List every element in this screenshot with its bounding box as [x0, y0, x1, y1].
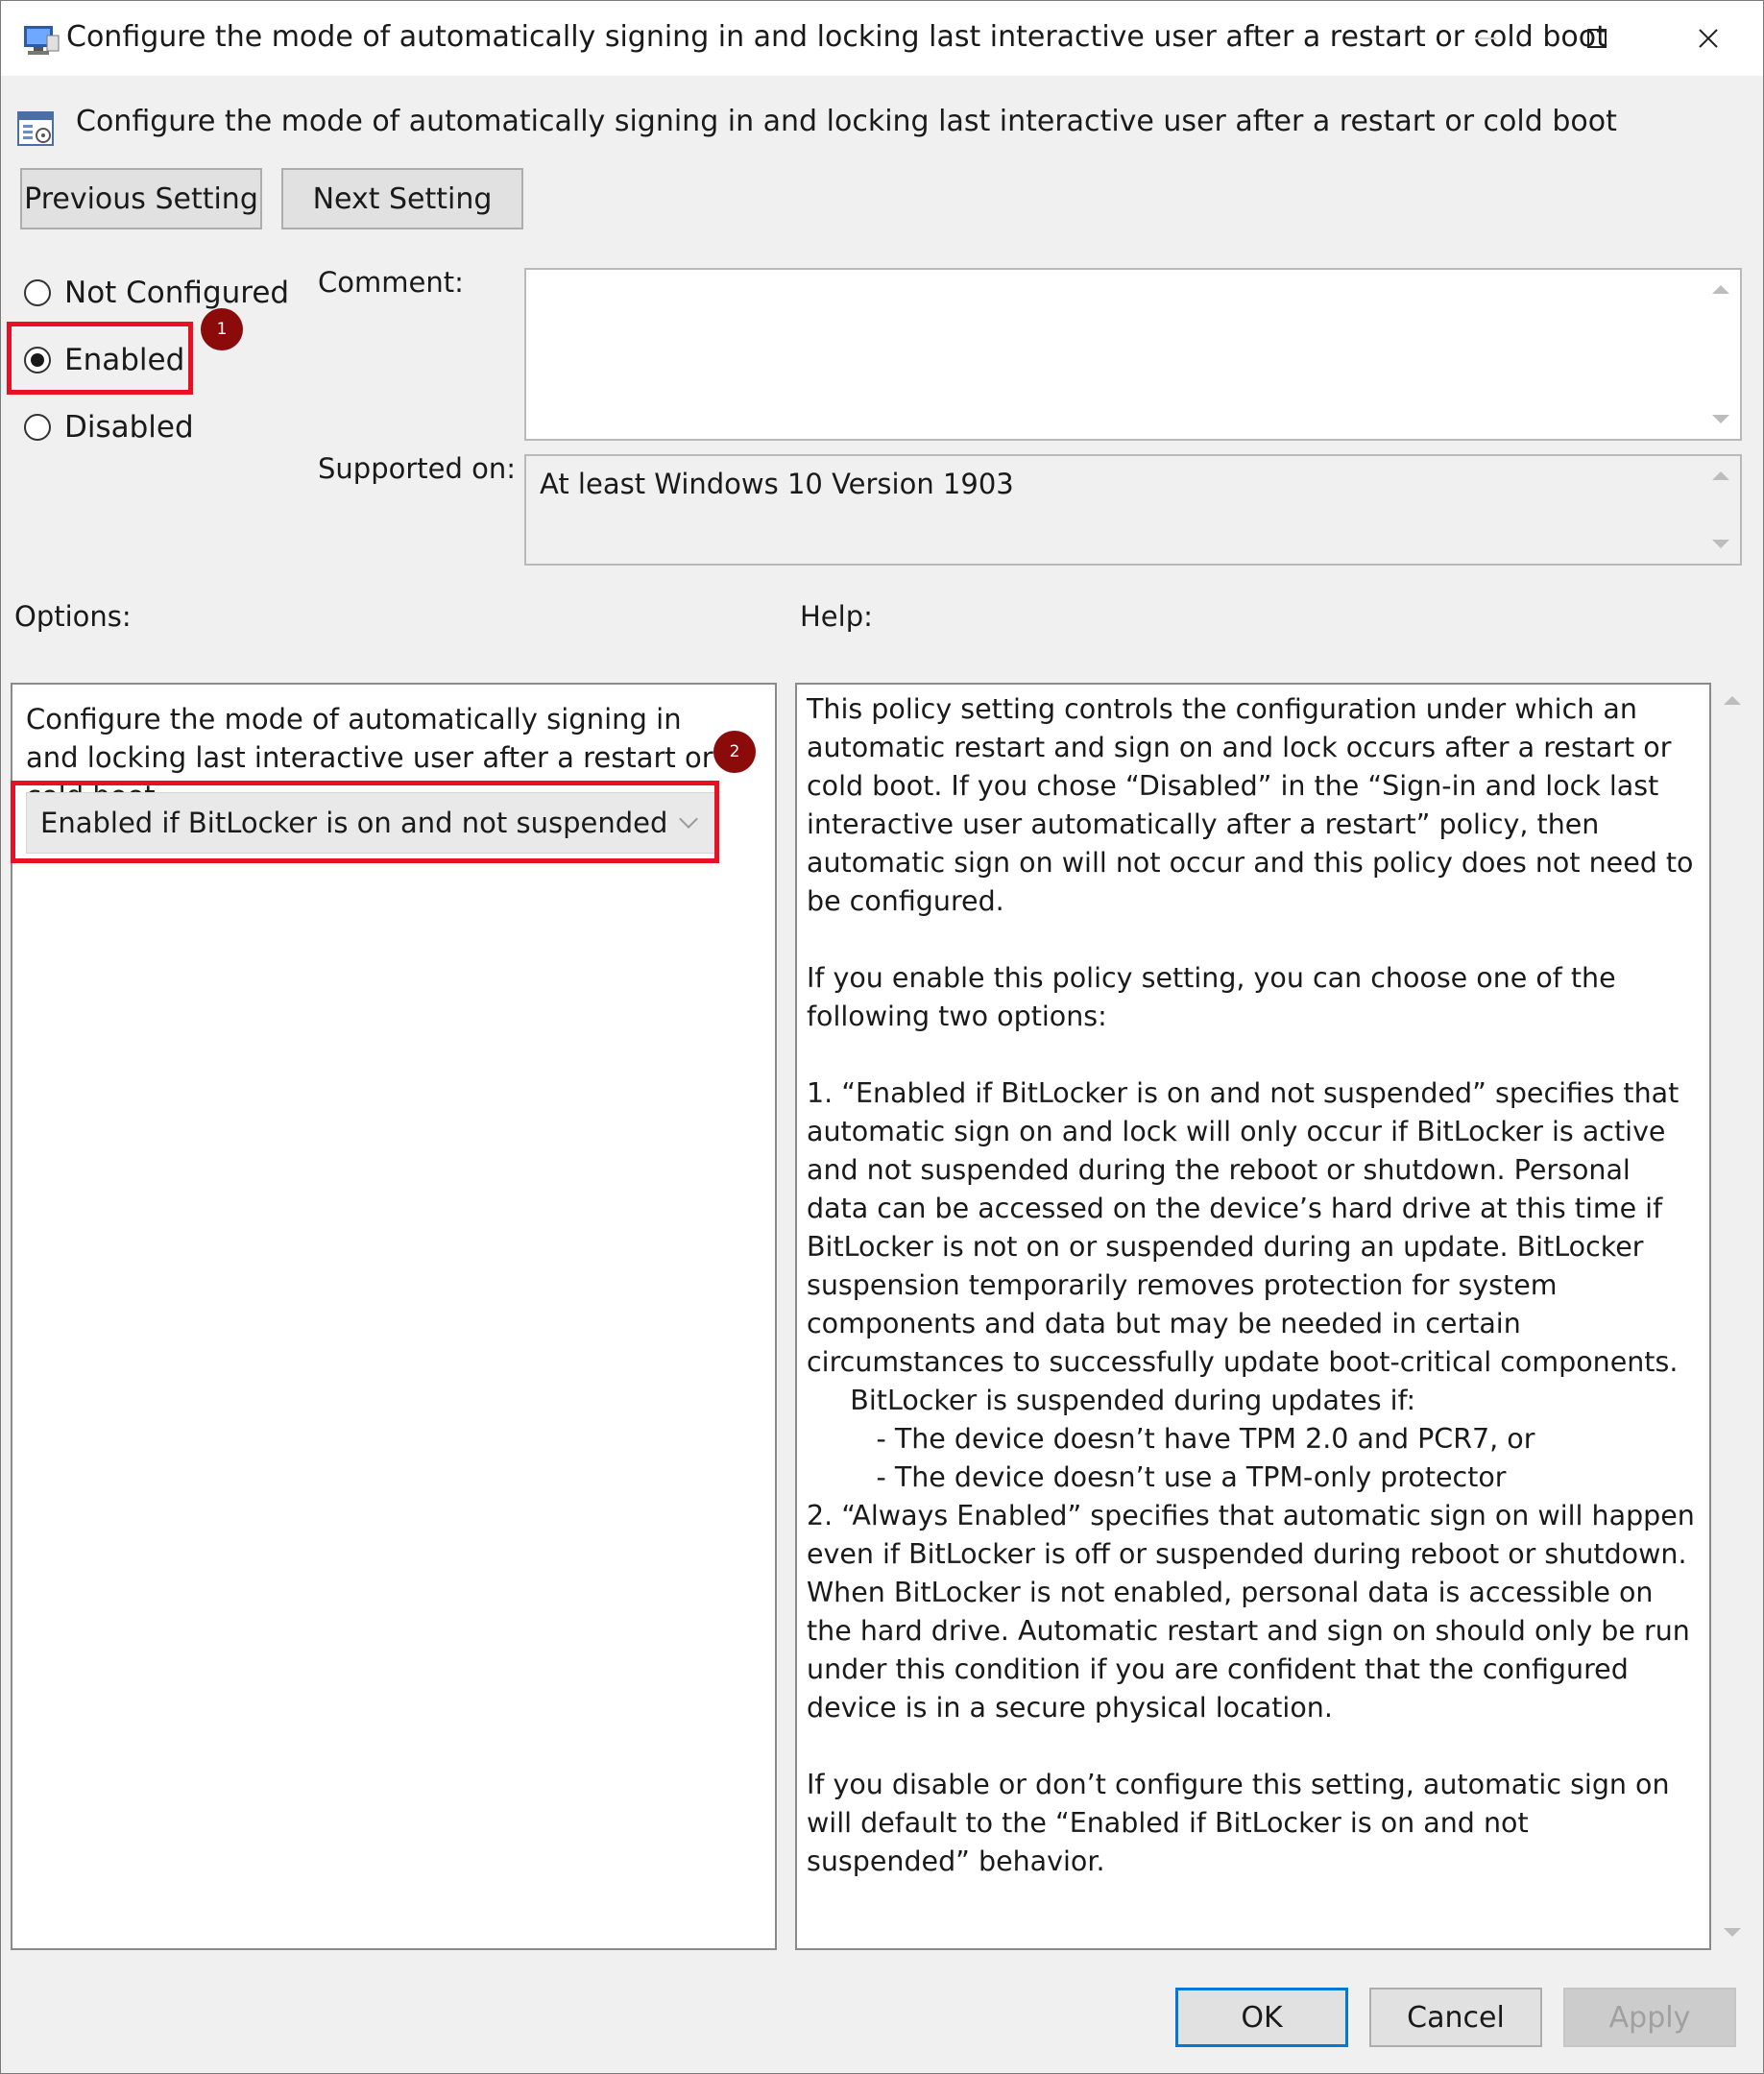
radio-button[interactable]: [24, 414, 51, 441]
radio-not-configured[interactable]: Not Configured: [24, 276, 289, 310]
options-label: Options:: [14, 600, 132, 633]
ok-button[interactable]: OK: [1175, 1988, 1348, 2047]
supported-scrollbar[interactable]: [1702, 456, 1740, 564]
scroll-up-icon[interactable]: [1712, 285, 1729, 294]
title-bar: Configure the mode of automatically sign…: [1, 1, 1763, 76]
close-button[interactable]: [1653, 1, 1764, 76]
annotation-badge-2: 2: [713, 731, 756, 773]
policy-settings-icon: [17, 111, 54, 146]
maximize-button[interactable]: [1541, 1, 1653, 76]
annotation-badge-1: 1: [201, 308, 243, 350]
close-icon: [1699, 29, 1718, 48]
help-scrollbar[interactable]: [1713, 683, 1752, 1950]
highlight-box-enabled: [7, 322, 193, 395]
scroll-down-icon[interactable]: [1712, 415, 1729, 423]
supported-on-label: Supported on:: [318, 452, 517, 485]
apply-button[interactable]: Apply: [1563, 1988, 1736, 2047]
comment-scrollbar[interactable]: [1702, 270, 1740, 439]
computer-policy-icon: [24, 26, 60, 55]
window-title: Configure the mode of automatically sign…: [66, 20, 1607, 54]
previous-setting-button[interactable]: Previous Setting: [20, 168, 262, 229]
cancel-button[interactable]: Cancel: [1369, 1988, 1542, 2047]
policy-dialog: Configure the mode of automatically sign…: [0, 0, 1764, 2074]
comment-label: Comment:: [318, 266, 464, 299]
help-text: This policy setting controls the configu…: [807, 693, 1695, 1877]
maximize-icon: [1587, 29, 1607, 48]
radio-label: Disabled: [64, 410, 194, 445]
scroll-down-icon[interactable]: [1712, 540, 1729, 548]
supported-on-value: At least Windows 10 Version 1903: [540, 468, 1014, 500]
minimize-button[interactable]: [1430, 1, 1541, 76]
help-label: Help:: [800, 600, 873, 633]
options-panel: Configure the mode of automatically sign…: [11, 683, 777, 1950]
supported-on-field: At least Windows 10 Version 1903: [524, 454, 1742, 566]
comment-textarea[interactable]: [524, 268, 1742, 441]
scroll-up-icon[interactable]: [1712, 471, 1729, 480]
radio-disabled[interactable]: Disabled: [24, 410, 194, 445]
scroll-down-icon[interactable]: [1724, 1928, 1741, 1937]
policy-title: Configure the mode of automatically sign…: [76, 105, 1617, 138]
help-panel: This policy setting controls the configu…: [795, 683, 1711, 1950]
minimize-icon: [1475, 37, 1496, 39]
highlight-box-dropdown: [11, 781, 719, 863]
next-setting-button[interactable]: Next Setting: [281, 168, 523, 229]
scroll-up-icon[interactable]: [1724, 696, 1741, 705]
radio-label: Not Configured: [64, 276, 290, 310]
radio-button[interactable]: [24, 279, 51, 306]
